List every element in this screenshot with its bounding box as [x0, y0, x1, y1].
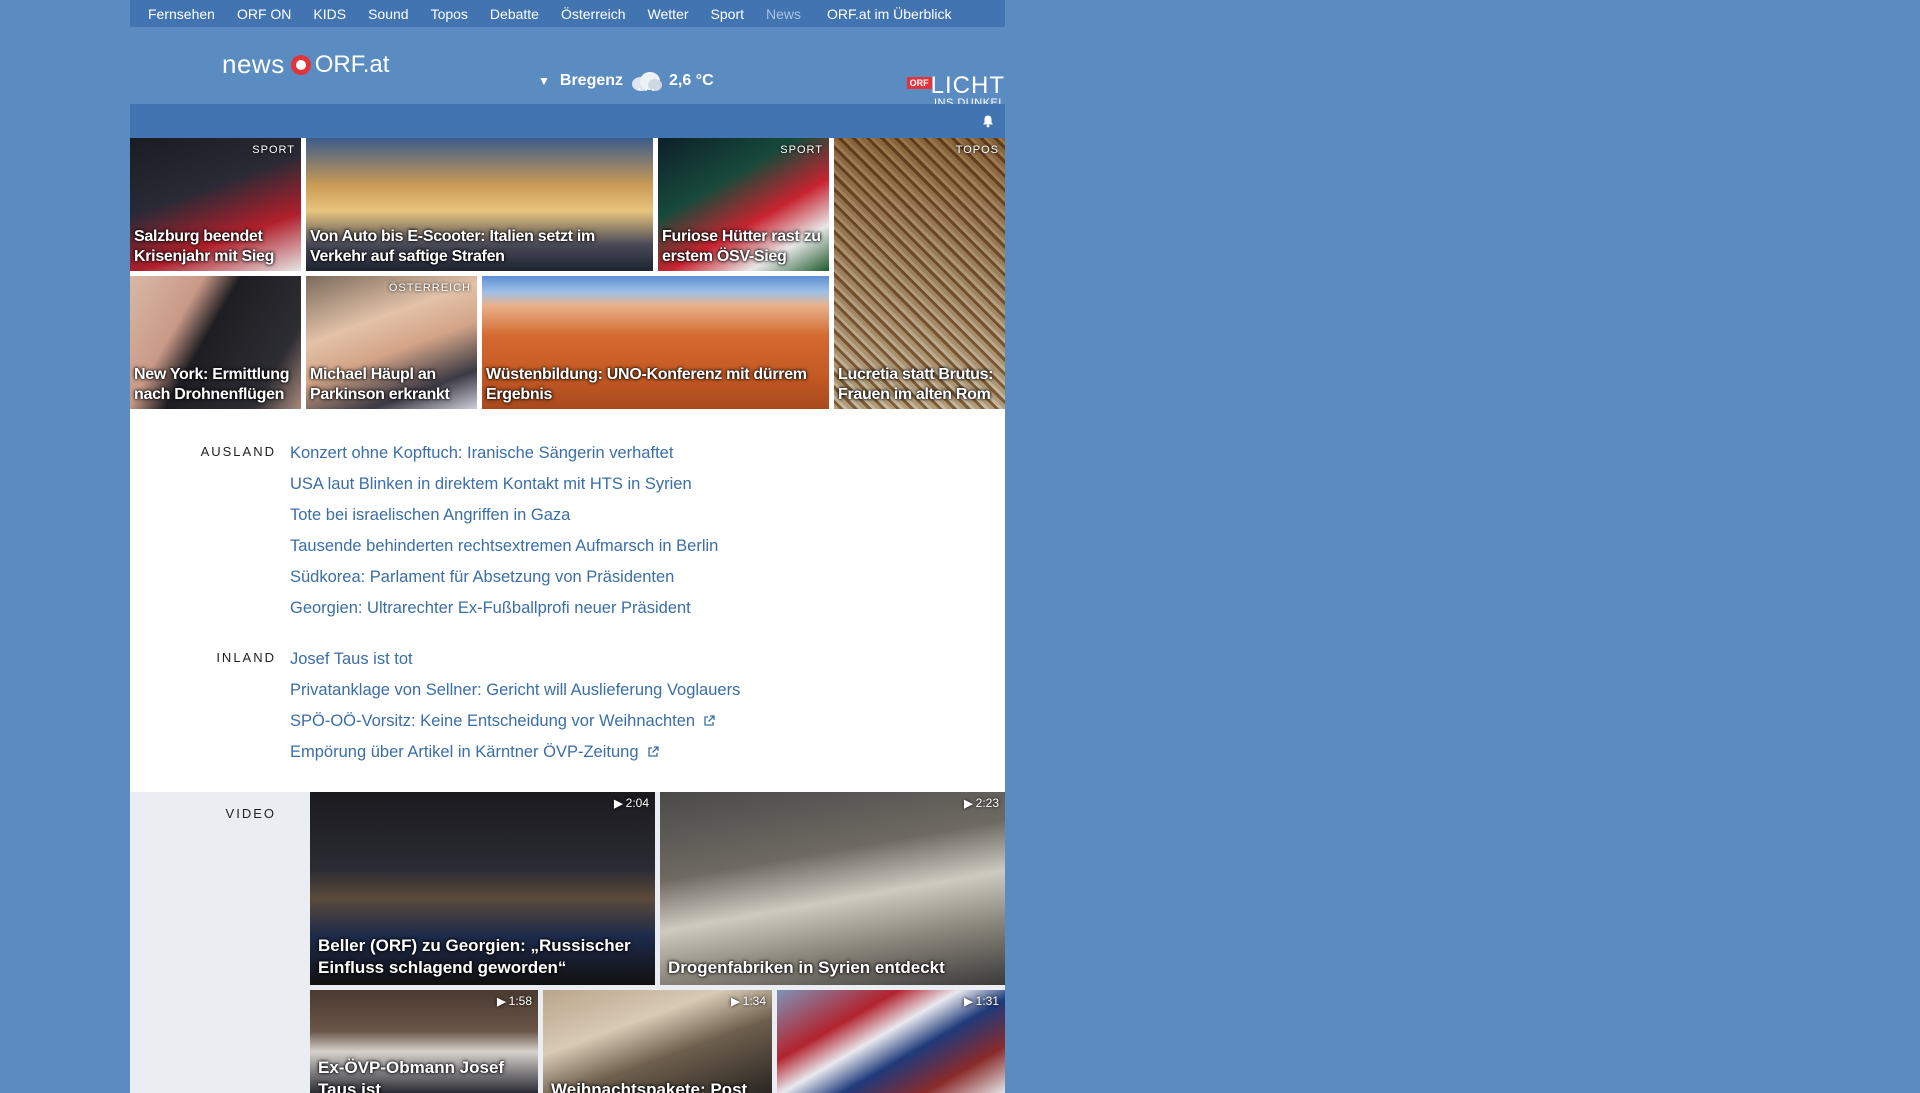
section-label: INLAND — [216, 650, 276, 665]
headline-text: SPÖ-OÖ-Vorsitz: Keine Entscheidung vor W… — [290, 712, 696, 730]
teaser-category: SPORT — [780, 144, 823, 156]
headline-text: Empörung über Artikel in Kärntner ÖVP-Ze… — [290, 743, 639, 761]
headline-link[interactable]: SPÖ-OÖ-Vorsitz: Keine Entscheidung vor W… — [290, 706, 740, 737]
nav-overview[interactable]: ORF.at im Überblick — [827, 6, 951, 22]
headline-link[interactable]: Privatanklage von Sellner: Gericht will … — [290, 675, 740, 706]
logo-orf-text: ORF.at — [314, 50, 390, 78]
video-duration: ▶ 2:23 — [964, 796, 999, 810]
news-sections: AUSLAND Konzert ohne Kopftuch: Iranische… — [130, 412, 1005, 792]
teaser-caption: Michael Häupl an Parkinson erkrankt — [310, 366, 450, 403]
teaser-tile[interactable]: SPORT Furiose Hütter rast zu erstem ÖSV-… — [658, 138, 829, 271]
nav-news[interactable]: News — [766, 6, 801, 22]
play-icon: ▶ — [731, 996, 740, 1008]
teaser-caption: Von Auto bis E-Scooter: Italien setzt im… — [310, 228, 595, 265]
video-tile[interactable]: ▶ 1:34 Weihnachtspakete: Post — [543, 990, 772, 1093]
headline-link[interactable]: Georgien: Ultrarechter Ex-Fußballprofi n… — [290, 593, 718, 624]
teaser-caption: Furiose Hütter rast zu erstem ÖSV-Sieg — [662, 228, 821, 265]
teaser-tile[interactable]: New York: Ermittlung nach Drohnenflügen — [130, 276, 301, 409]
headline-text: Josef Taus ist tot — [290, 650, 413, 668]
teaser-tile[interactable]: TOPOS Lucretia statt Brutus: Frauen im a… — [834, 138, 1005, 409]
teaser-category: TOPOS — [955, 144, 999, 156]
site-header: news ORF.at ▼ Bregenz 2,6 °C ORF LICHT I… — [130, 27, 1005, 109]
play-icon: ▶ — [964, 798, 973, 810]
video-tile[interactable]: ▶ 1:58 Ex-ÖVP-Obmann Josef Taus ist — [310, 990, 538, 1093]
orf-ring-icon — [290, 54, 311, 75]
video-caption: Ex-ÖVP-Obmann Josef Taus ist — [318, 1058, 505, 1093]
news-orf-logo[interactable]: news ORF.at — [222, 49, 389, 80]
weather-city: Bregenz — [559, 72, 624, 89]
headline-text: Privatanklage von Sellner: Gericht will … — [290, 681, 741, 699]
logo-news-text: news — [222, 49, 285, 79]
duration-text: 1:34 — [742, 994, 766, 1008]
teaser-caption: Lucretia statt Brutus: Frauen im alten R… — [838, 366, 994, 403]
teaser-category: ÖSTERREICH — [388, 282, 471, 294]
nav-oesterreich[interactable]: Österreich — [561, 6, 626, 22]
video-tile[interactable]: ▶ 2:04 Beller (ORF) zu Georgien: „Russisc… — [310, 792, 655, 985]
headline-link[interactable]: Tote bei israelischen Angriffen in Gaza — [290, 500, 718, 531]
weather-temperature: 2,6 °C — [669, 72, 714, 89]
top-navigation: Fernsehen ORF ON KIDS Sound Topos Debatt… — [130, 0, 1005, 27]
teaser-category: SPORT — [252, 144, 295, 156]
video-duration: ▶ 1:34 — [731, 994, 766, 1008]
video-duration: ▶ 2:04 — [614, 796, 649, 810]
licht-orf-badge: ORF — [906, 77, 932, 89]
external-link-icon — [647, 746, 659, 757]
play-icon: ▶ — [614, 798, 623, 810]
teaser-tile[interactable]: Wüstenbildung: UNO-Konferenz mit dürrem … — [482, 276, 829, 409]
nav-sound[interactable]: Sound — [368, 6, 408, 22]
headline-list: Konzert ohne Kopftuch: Iranische Sängeri… — [290, 438, 718, 624]
section-label: VIDEO — [225, 806, 276, 821]
section-label: AUSLAND — [200, 444, 276, 459]
cloud-icon — [632, 72, 663, 91]
video-tile[interactable]: ▶ 1:31 — [777, 990, 1005, 1093]
nav-fernsehen[interactable]: Fernsehen — [148, 6, 215, 22]
video-caption: Beller (ORF) zu Georgien: „Russischer Ei… — [318, 936, 631, 977]
teaser-tile[interactable]: Von Auto bis E-Scooter: Italien setzt im… — [306, 138, 653, 271]
bell-icon[interactable] — [981, 114, 995, 128]
nav-wetter[interactable]: Wetter — [648, 6, 689, 22]
headline-link[interactable]: Tausende behinderten rechtsextremen Aufm… — [290, 531, 718, 562]
headline-link[interactable]: USA laut Blinken in direktem Kontakt mit… — [290, 469, 718, 500]
nav-debatte[interactable]: Debatte — [490, 6, 539, 22]
sub-navigation-bar — [130, 104, 1005, 138]
teaser-caption: New York: Ermittlung nach Drohnenflügen — [134, 366, 290, 403]
teaser-caption: Wüstenbildung: UNO-Konferenz mit dürrem … — [486, 366, 807, 403]
licht-title: LICHT — [930, 72, 1005, 99]
teaser-caption: Salzburg beendet Krisenjahr mit Sieg — [134, 228, 275, 265]
video-duration: ▶ 1:31 — [964, 994, 999, 1008]
nav-kids[interactable]: KIDS — [313, 6, 346, 22]
teaser-tile[interactable]: SPORT Salzburg beendet Krisenjahr mit Si… — [130, 138, 301, 271]
headline-link[interactable]: Konzert ohne Kopftuch: Iranische Sängeri… — [290, 438, 718, 469]
headline-link[interactable]: Südkorea: Parlament für Absetzung von Pr… — [290, 562, 718, 593]
nav-orf-on[interactable]: ORF ON — [237, 6, 291, 22]
nav-sport[interactable]: Sport — [711, 6, 744, 22]
play-icon: ▶ — [497, 996, 506, 1008]
headline-link[interactable]: Empörung über Artikel in Kärntner ÖVP-Ze… — [290, 737, 740, 768]
play-icon: ▶ — [964, 996, 973, 1008]
duration-text: 1:58 — [508, 994, 532, 1008]
video-section: VIDEO ▶ 2:04 Beller (ORF) zu Georgien: „R… — [130, 792, 1005, 1093]
video-duration: ▶ 1:58 — [497, 994, 532, 1008]
video-caption: Drogenfabriken in Syrien entdeckt — [668, 958, 945, 977]
video-tile[interactable]: ▶ 2:23 Drogenfabriken in Syrien entdeckt — [660, 792, 1005, 985]
nav-topos[interactable]: Topos — [431, 6, 468, 22]
headline-link[interactable]: Josef Taus ist tot — [290, 644, 740, 675]
section-inland: INLAND Josef Taus ist tot Privatanklage … — [130, 644, 1005, 768]
headline-list: Josef Taus ist tot Privatanklage von Sel… — [290, 644, 740, 768]
section-ausland: AUSLAND Konzert ohne Kopftuch: Iranische… — [130, 438, 1005, 624]
page-container: Fernsehen ORF ON KIDS Sound Topos Debatt… — [130, 0, 1005, 1093]
duration-text: 1:31 — [975, 994, 999, 1008]
duration-text: 2:23 — [975, 796, 999, 810]
external-link-icon — [704, 715, 715, 726]
teaser-tile[interactable]: ÖSTERREICH Michael Häupl an Parkinson er… — [306, 276, 477, 409]
weather-widget[interactable]: ▼ Bregenz 2,6 °C — [538, 70, 714, 92]
duration-text: 2:04 — [625, 796, 649, 810]
dropdown-triangle-icon: ▼ — [538, 74, 550, 88]
teaser-grid: SPORT Salzburg beendet Krisenjahr mit Si… — [130, 138, 1005, 412]
video-caption: Weihnachtspakete: Post — [551, 1080, 748, 1093]
